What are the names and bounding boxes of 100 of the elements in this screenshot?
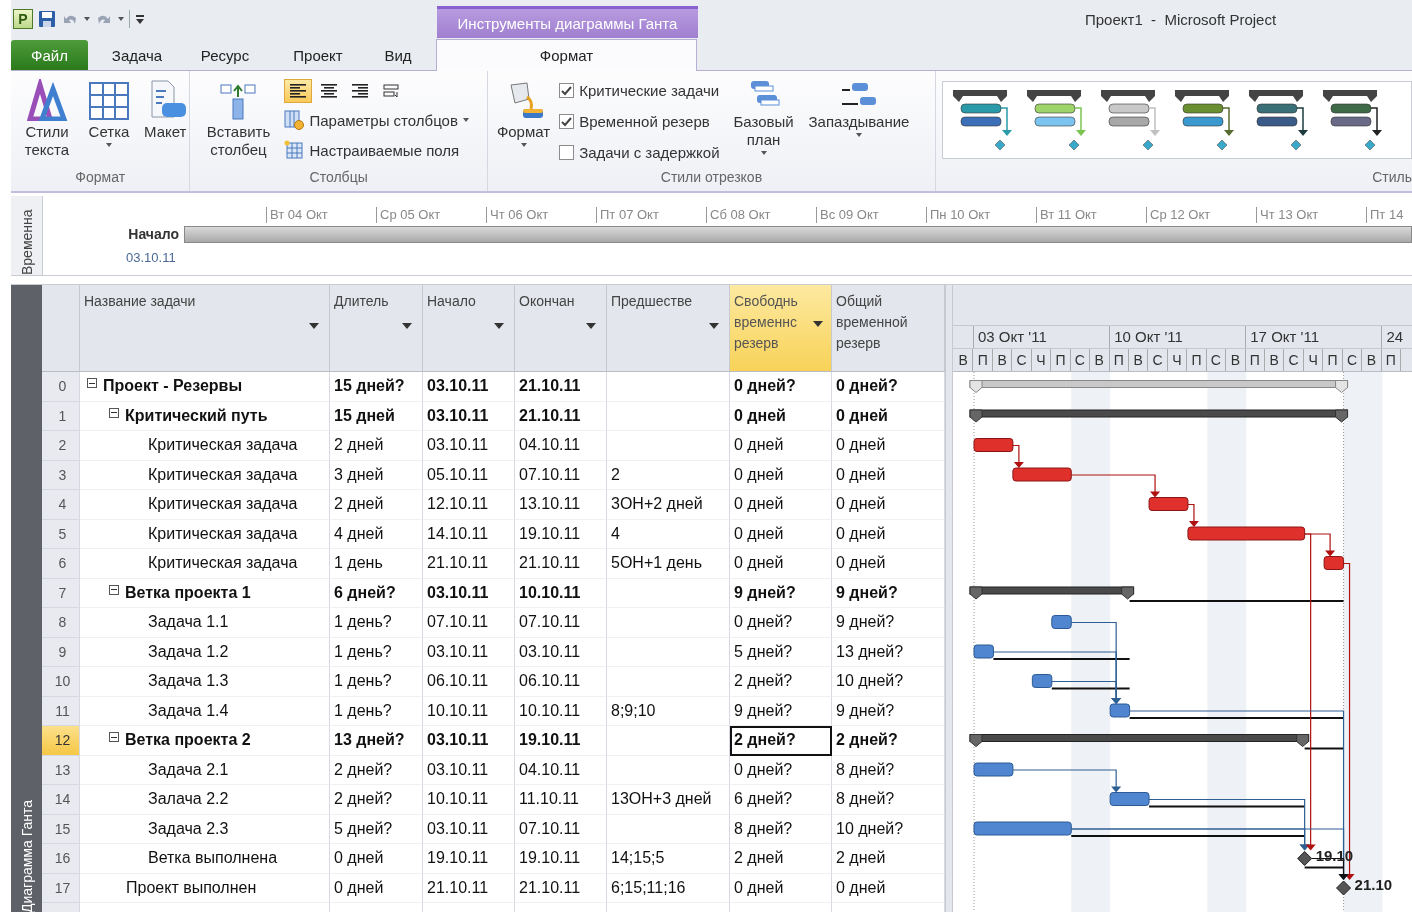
task-bar[interactable] xyxy=(1031,674,1053,688)
collapse-toggle[interactable] xyxy=(109,407,119,418)
ribbon-button[interactable]: Сетка xyxy=(85,79,133,147)
column-header[interactable]: Длитель xyxy=(330,285,423,372)
dropdown-arrow[interactable] xyxy=(813,321,823,327)
summary-bar[interactable] xyxy=(969,586,1135,600)
dropdown-arrow[interactable] xyxy=(709,323,719,329)
critical-task-bar[interactable] xyxy=(973,438,1014,452)
dropdown-arrow[interactable] xyxy=(520,143,527,147)
collapse-toggle[interactable] xyxy=(109,732,119,742)
summary-bar[interactable] xyxy=(969,734,1310,747)
ribbon-tab[interactable]: Проект xyxy=(270,40,366,70)
row-number[interactable]: 3 xyxy=(42,460,80,490)
dropdown-arrow[interactable] xyxy=(309,323,319,329)
row-number[interactable]: 12 xyxy=(42,726,80,756)
task-name: Проект выполнен xyxy=(126,878,257,897)
row-number[interactable]: 10 xyxy=(42,667,80,697)
critical-task-bar[interactable] xyxy=(1148,497,1189,511)
row-number[interactable]: 15 xyxy=(42,814,80,844)
ribbon-tab[interactable]: Формат xyxy=(436,39,697,71)
table-cell: 19.10.11 xyxy=(515,844,607,874)
checkbox-box[interactable] xyxy=(559,113,575,129)
task-name: Задача 2.1 xyxy=(148,760,229,779)
table-cell: 6 дней? xyxy=(730,785,832,815)
column-settings-button[interactable]: Параметры столбцов xyxy=(284,107,469,133)
dropdown-arrow[interactable] xyxy=(106,143,112,147)
summary-bar[interactable] xyxy=(969,409,1349,423)
dropdown-arrow[interactable] xyxy=(402,323,412,329)
dropdown-arrow[interactable] xyxy=(586,323,596,329)
timescale-label: П xyxy=(1381,349,1402,371)
row-number[interactable]: 1 xyxy=(42,401,80,431)
ribbon-button[interactable]: Макет xyxy=(141,79,190,141)
checkbox[interactable]: Задачи с задержкой xyxy=(559,139,720,165)
wrap-text-icon xyxy=(383,83,400,99)
row-number[interactable]: 7 xyxy=(42,578,80,608)
project-summary-bar[interactable] xyxy=(969,380,1349,393)
dropdown-arrow[interactable] xyxy=(494,323,504,329)
ribbon-tab[interactable]: Задача xyxy=(94,40,180,70)
column-header[interactable]: Окончан xyxy=(515,285,607,372)
row-number[interactable]: 0 xyxy=(42,372,80,402)
ribbon-tab[interactable]: Ресурс xyxy=(180,40,270,70)
row-number[interactable]: 8 xyxy=(42,608,80,638)
collapse-toggle[interactable] xyxy=(109,584,119,595)
milestone-diamond[interactable] xyxy=(1336,880,1352,896)
milestone-diamond[interactable] xyxy=(1297,851,1313,866)
ribbon-tab[interactable]: Вид xyxy=(366,40,430,70)
row-number[interactable]: 4 xyxy=(42,490,80,520)
collapse-toggle[interactable] xyxy=(87,378,97,388)
column-header[interactable]: Название задачи xyxy=(80,285,330,372)
timescale-label: С xyxy=(1070,349,1091,371)
table-cell: 19.10.11 xyxy=(423,844,515,874)
checkbox-box[interactable] xyxy=(559,82,575,98)
column-header[interactable]: Начало xyxy=(423,285,515,372)
ribbon-button[interactable]: Стили текста xyxy=(17,79,77,159)
timescale-label: В xyxy=(1128,349,1149,371)
row-number[interactable]: 16 xyxy=(42,844,80,874)
window-title: Проект1 - Microsoft Project xyxy=(1085,10,1277,28)
align-right-icon xyxy=(352,83,369,99)
dropdown-arrow[interactable] xyxy=(462,118,469,122)
timescale-label: 03 Окт '11 xyxy=(973,326,1110,348)
format-button[interactable]: Формат xyxy=(493,79,554,147)
insert-column-button[interactable]: Вставить столбец xyxy=(200,79,277,159)
task-bar[interactable] xyxy=(1109,703,1131,718)
dropdown-arrow[interactable] xyxy=(856,133,862,137)
dropdown-arrow[interactable] xyxy=(84,17,90,21)
timescale-label: П xyxy=(1051,349,1071,371)
align-button[interactable] xyxy=(284,79,313,103)
task-bar[interactable] xyxy=(1051,615,1072,629)
checkbox[interactable]: Критические задачи xyxy=(559,77,720,103)
row-number[interactable]: 6 xyxy=(42,549,80,579)
row-number[interactable]: 13 xyxy=(42,755,80,785)
column-header[interactable]: Свободнь временнс резерв xyxy=(730,285,832,372)
row-number[interactable]: 17 xyxy=(42,873,80,903)
checkbox-box[interactable] xyxy=(559,144,575,160)
checkbox[interactable]: Временной резерв xyxy=(559,108,720,134)
row-number[interactable]: 5 xyxy=(42,519,80,549)
task-bar[interactable] xyxy=(1109,792,1150,806)
column-header[interactable]: Предшестве xyxy=(607,285,730,372)
timescale-label: В xyxy=(1226,349,1246,371)
row-number[interactable]: 2 xyxy=(42,431,80,461)
custom-fields-button[interactable]: Настраиваемые поля xyxy=(284,137,469,163)
table-cell: 5 дней? xyxy=(330,814,423,844)
file-tab[interactable]: Файл xyxy=(11,40,88,70)
style-gallery[interactable] xyxy=(942,81,1412,159)
column-header[interactable]: Общий временной резерв xyxy=(832,285,945,372)
dropdown-arrow[interactable] xyxy=(118,17,124,21)
table-cell: 2 xyxy=(607,460,730,490)
row-number[interactable]: 9 xyxy=(42,637,80,667)
task-bar[interactable] xyxy=(973,762,1014,777)
baseline-button[interactable]: Базовый план xyxy=(727,79,800,155)
row-number[interactable]: 11 xyxy=(42,696,80,726)
slack-line xyxy=(1304,866,1344,869)
timescale-label: С xyxy=(1148,349,1168,371)
critical-task-bar[interactable] xyxy=(1323,556,1345,570)
task-bar[interactable] xyxy=(973,644,994,659)
dropdown-arrow[interactable] xyxy=(760,151,767,155)
row-number[interactable]: 14 xyxy=(42,785,80,815)
critical-task-bar[interactable] xyxy=(1012,467,1072,482)
slippage-button[interactable]: Запаздывание xyxy=(805,79,913,137)
table-cell: 10.10.11 xyxy=(423,785,515,815)
